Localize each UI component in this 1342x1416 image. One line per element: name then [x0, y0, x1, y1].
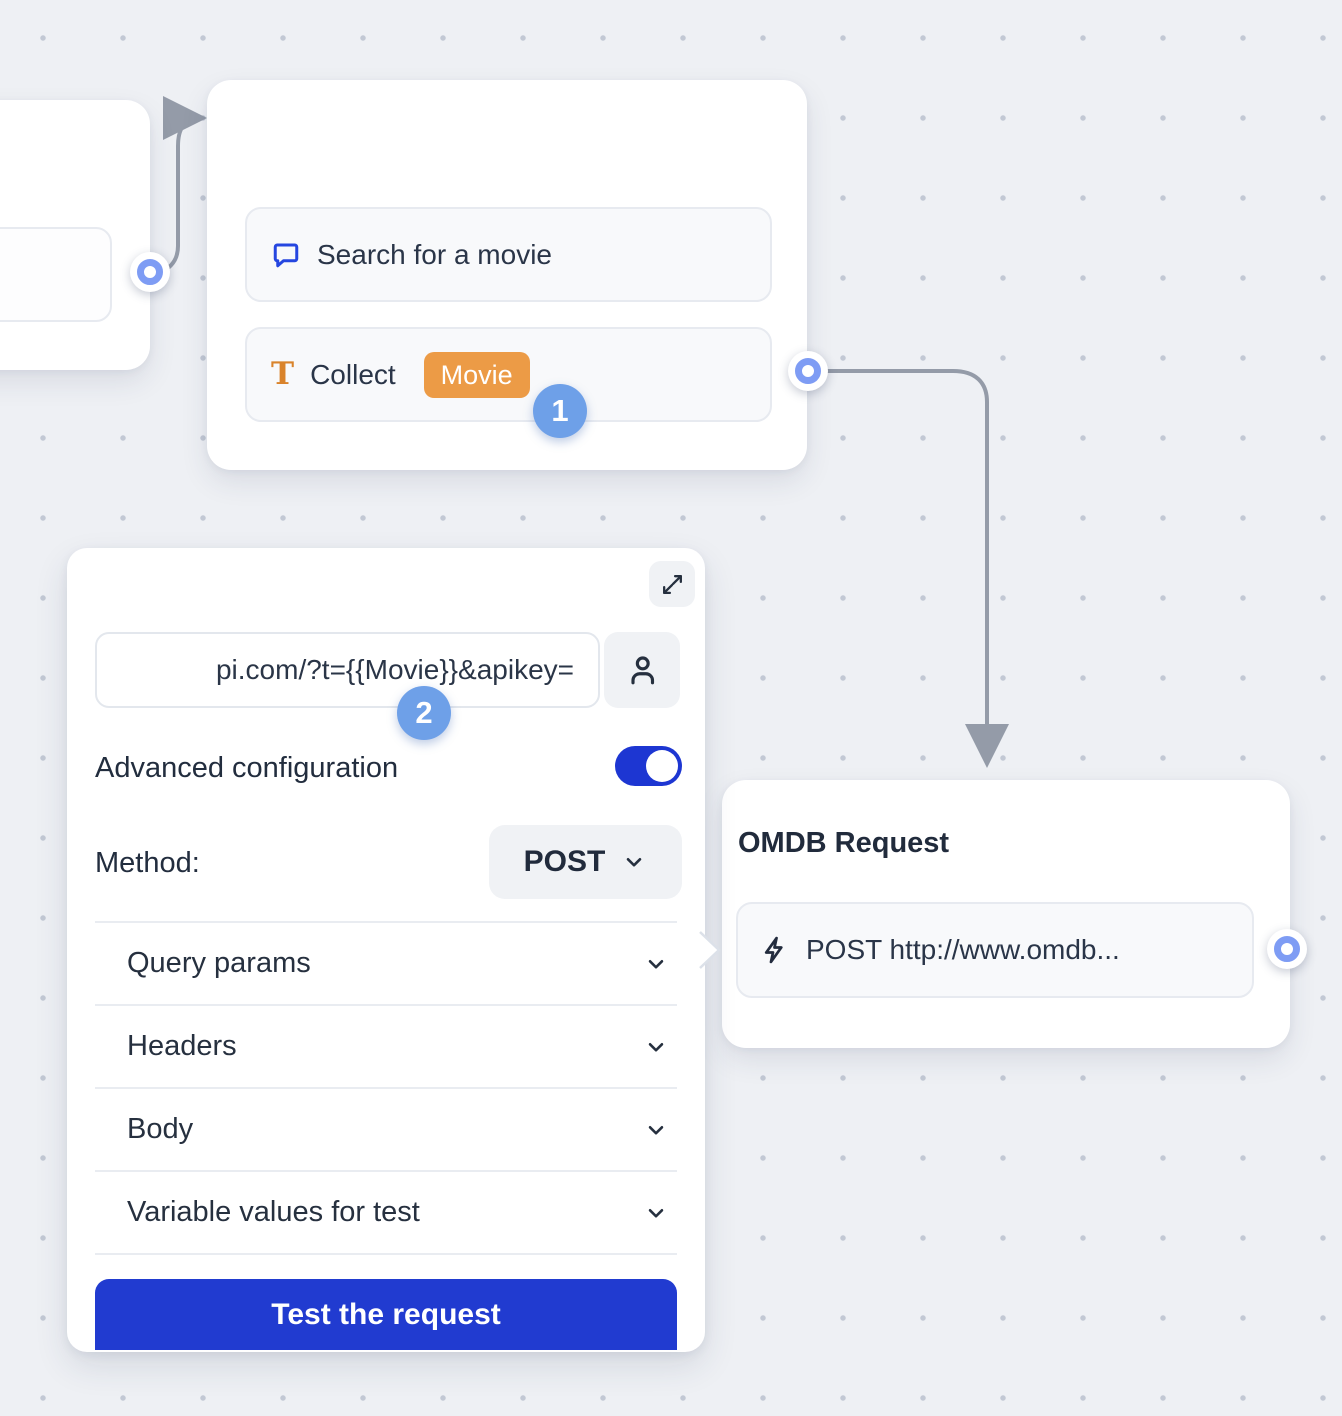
accordion-sections: Query params Headers Body Variable value…: [95, 921, 677, 1255]
section-variable-values[interactable]: Variable values for test: [95, 1170, 677, 1253]
variable-chip[interactable]: Movie: [424, 352, 530, 398]
section-query-params[interactable]: Query params: [95, 921, 677, 1004]
user-icon: [624, 652, 660, 688]
output-port-omdb[interactable]: [1267, 929, 1307, 969]
output-port-movie-search[interactable]: [788, 351, 828, 391]
collect-block[interactable]: T Collect Movie: [245, 327, 772, 422]
chevron-down-icon: [643, 951, 669, 977]
collect-block-label: Collect: [310, 359, 396, 391]
expand-button[interactable]: [649, 561, 695, 607]
partial-node-item[interactable]: [0, 227, 112, 322]
section-label: Variable values for test: [127, 1196, 420, 1229]
node-movie-search[interactable]: Movie search Search for a movie T Collec…: [207, 80, 807, 470]
step-badge-1: 1: [533, 384, 587, 438]
chevron-down-icon: [643, 1117, 669, 1143]
test-request-button[interactable]: Test the request: [95, 1279, 677, 1350]
node-title: OMDB Request: [738, 826, 949, 860]
expand-icon: [660, 572, 685, 597]
partial-node[interactable]: [0, 100, 150, 370]
method-value: POST: [524, 845, 606, 879]
flow-canvas[interactable]: { "colors": { "canvas_bg": "#EEF0F4", "a…: [0, 0, 1342, 1416]
url-input[interactable]: pi.com/?t={{Movie}}&apikey=: [95, 632, 600, 708]
advanced-configuration-label: Advanced configuration: [95, 751, 398, 785]
chat-bubble-icon: [271, 240, 301, 270]
chevron-down-icon: [621, 849, 647, 875]
wire-movie-search-to-omdb: [812, 371, 987, 760]
section-label: Headers: [127, 1030, 237, 1063]
text-input-icon: T: [271, 359, 294, 390]
method-label: Method:: [95, 846, 200, 880]
variable-insert-button[interactable]: [604, 632, 680, 708]
section-label: Body: [127, 1113, 193, 1146]
chevron-down-icon: [643, 1200, 669, 1226]
message-block[interactable]: Search for a movie: [245, 207, 772, 302]
section-label: Query params: [127, 947, 311, 980]
method-select[interactable]: POST: [489, 825, 682, 899]
webhook-config-panel: pi.com/?t={{Movie}}&apikey= Advanced con…: [67, 548, 705, 1352]
input-notch-omdb: [698, 930, 722, 972]
section-headers[interactable]: Headers: [95, 1004, 677, 1087]
output-port-partial-node[interactable]: [130, 252, 170, 292]
node-omdb-request[interactable]: OMDB Request POST http://www.omdb...: [722, 780, 1290, 1048]
advanced-configuration-toggle[interactable]: [615, 746, 682, 786]
step-badge-2: 2: [397, 686, 451, 740]
lightning-icon: [760, 935, 790, 965]
message-block-label: Search for a movie: [317, 239, 552, 271]
chevron-down-icon: [643, 1034, 669, 1060]
webhook-block-label: POST http://www.omdb...: [806, 934, 1120, 966]
section-body[interactable]: Body: [95, 1087, 677, 1170]
wire-into-movie-search: [152, 118, 199, 274]
webhook-block[interactable]: POST http://www.omdb...: [736, 902, 1254, 998]
